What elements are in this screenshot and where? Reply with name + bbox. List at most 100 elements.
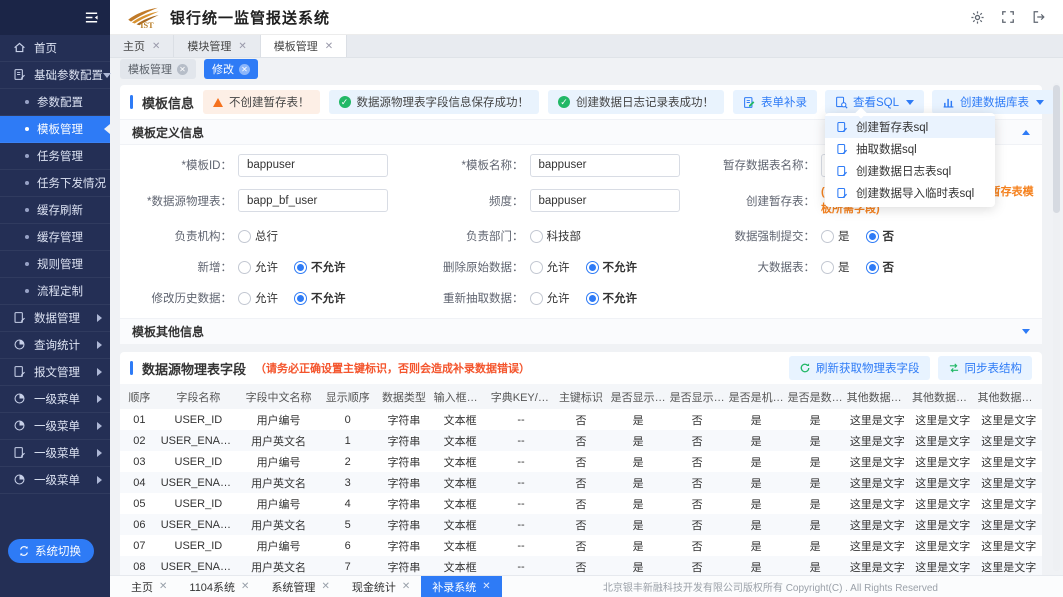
sql-menu-item[interactable]: 抽取数据sql bbox=[825, 138, 995, 160]
footer-tab-system-mgmt[interactable]: 系统管理✕ bbox=[260, 576, 340, 597]
close-icon[interactable]: ✕ bbox=[325, 41, 333, 52]
chevron-down-icon bbox=[103, 73, 111, 78]
logout-icon[interactable] bbox=[1032, 10, 1047, 25]
refresh-fields-button[interactable]: 刷新获取物理表字段 bbox=[789, 356, 930, 380]
close-icon[interactable]: ✕ bbox=[152, 41, 160, 52]
table-row[interactable]: 05USER_ID 用户编号4 字符串文本框 --否 是否 是是 这里是文字这里… bbox=[120, 493, 1042, 514]
sidebar-item-cache-refresh[interactable]: 缓存刷新 bbox=[0, 197, 110, 224]
sidebar-item-template-mgmt[interactable]: 模板管理 bbox=[0, 116, 110, 143]
sidebar-item-query-stats[interactable]: 查询统计 bbox=[0, 332, 110, 359]
radio-mod-history-deny[interactable]: 不允许 bbox=[294, 290, 346, 306]
tab-home[interactable]: 主页✕ bbox=[110, 35, 174, 57]
radio-force-submit-yes[interactable]: 是 bbox=[821, 228, 850, 244]
sidebar-item-data-mgmt[interactable]: 数据管理 bbox=[0, 305, 110, 332]
table-row[interactable]: 01USER_ID 用户编号0 字符串文本框 --否 是否 是是 这里是文字这里… bbox=[120, 409, 1042, 430]
close-icon[interactable]: ✕ bbox=[238, 41, 246, 52]
frequency-input[interactable] bbox=[530, 189, 680, 212]
vertical-scrollbar-thumb[interactable] bbox=[1053, 85, 1060, 213]
table-row[interactable]: 07USER_ID 用户编号6 字符串文本框 --否 是否 是是 这里是文字这里… bbox=[120, 535, 1042, 556]
fullscreen-icon[interactable] bbox=[1001, 10, 1016, 25]
other-section-header[interactable]: 模板其他信息 bbox=[120, 318, 1042, 344]
radio-org-headoffice[interactable]: 总行 bbox=[238, 228, 278, 244]
radio-del-raw-allow[interactable]: 允许 bbox=[530, 259, 570, 275]
table-row[interactable]: 08USER_ENAME 用户英文名7 字符串文本框 --否 是否 是是 这里是… bbox=[120, 556, 1042, 575]
sidebar-item-process-custom[interactable]: 流程定制 bbox=[0, 278, 110, 305]
sidebar-item-menu-1[interactable]: 一级菜单 bbox=[0, 386, 110, 413]
sidebar-item-menu-2[interactable]: 一级菜单 bbox=[0, 413, 110, 440]
sidebar-item-menu-3[interactable]: 一级菜单 bbox=[0, 440, 110, 467]
radio-dept-tech[interactable]: 科技部 bbox=[530, 228, 582, 244]
radio-icon bbox=[586, 292, 599, 305]
template-id-input[interactable] bbox=[238, 154, 388, 177]
radio-add-allow[interactable]: 允许 bbox=[238, 259, 278, 275]
tab-template-mgmt[interactable]: 模板管理✕ bbox=[261, 35, 347, 57]
table-row[interactable]: 06USER_ENAME 用户英文名5 字符串文本框 --否 是否 是是 这里是… bbox=[120, 514, 1042, 535]
radio-re-extract-allow[interactable]: 允许 bbox=[530, 290, 570, 306]
chip-template-mgmt[interactable]: 模板管理✕ bbox=[120, 59, 196, 79]
source-table-input[interactable] bbox=[238, 189, 388, 212]
footer-tab-backfill-system[interactable]: 补录系统✕ bbox=[421, 576, 501, 597]
radio-big-table-no[interactable]: 否 bbox=[866, 259, 895, 275]
gear-icon[interactable] bbox=[970, 10, 985, 25]
column-header: 字段名称 bbox=[159, 384, 238, 409]
radio-add-deny[interactable]: 不允许 bbox=[294, 259, 346, 275]
radio-icon bbox=[530, 261, 543, 274]
sidebar-item-rule-mgmt[interactable]: 规则管理 bbox=[0, 251, 110, 278]
expand-down-icon[interactable] bbox=[1022, 329, 1030, 334]
sql-menu-item[interactable]: 创建数据日志表sql bbox=[825, 160, 995, 182]
column-header: 其他数据名称 bbox=[845, 384, 910, 409]
create-db-table-button[interactable]: 创建数据库表 bbox=[932, 90, 1054, 114]
collapse-sidebar-icon[interactable] bbox=[84, 10, 99, 25]
close-icon[interactable]: ✕ bbox=[482, 581, 490, 592]
svg-text:IST: IST bbox=[140, 21, 154, 29]
table-row[interactable]: 02USER_ENAME 用户英文名1 字符串文本框 --否 是否 是是 这里是… bbox=[120, 430, 1042, 451]
view-sql-button[interactable]: 查看SQL bbox=[825, 90, 924, 114]
radio-re-extract-deny[interactable]: 不允许 bbox=[586, 290, 638, 306]
close-icon[interactable]: ✕ bbox=[321, 581, 329, 592]
template-name-input[interactable] bbox=[530, 154, 680, 177]
sql-menu-item[interactable]: 创建暂存表sql bbox=[825, 116, 995, 138]
sidebar-item-task-dispatch[interactable]: 任务下发情况 bbox=[0, 170, 110, 197]
close-icon[interactable]: ✕ bbox=[239, 64, 250, 75]
radio-force-submit-no[interactable]: 否 bbox=[866, 228, 895, 244]
form-edit-icon bbox=[743, 96, 756, 109]
footer-tab-1104[interactable]: 1104系统✕ bbox=[178, 576, 260, 597]
sidebar-item-menu-4[interactable]: 一级菜单 bbox=[0, 467, 110, 494]
close-icon[interactable]: ✕ bbox=[241, 581, 249, 592]
bullet-icon bbox=[25, 289, 29, 293]
check-circle-icon: ✓ bbox=[558, 96, 570, 108]
radio-mod-history-allow[interactable]: 允许 bbox=[238, 290, 278, 306]
close-icon[interactable]: ✕ bbox=[402, 581, 410, 592]
chevron-right-icon bbox=[97, 395, 102, 403]
sidebar-item-home[interactable]: 首页 bbox=[0, 35, 110, 62]
radio-icon bbox=[238, 292, 251, 305]
collapse-up-icon[interactable] bbox=[1022, 130, 1030, 135]
sidebar-item-message-mgmt[interactable]: 报文管理 bbox=[0, 359, 110, 386]
radio-del-raw-deny[interactable]: 不允许 bbox=[586, 259, 638, 275]
pie-chart-icon bbox=[13, 473, 27, 487]
system-switch-button[interactable]: 系统切换 bbox=[8, 539, 94, 563]
footer-tab-home[interactable]: 主页✕ bbox=[120, 576, 178, 597]
column-header: 其他数据名称 bbox=[976, 384, 1043, 409]
close-icon[interactable]: ✕ bbox=[159, 581, 167, 592]
app-header: IST 银行统一监管报送系统 bbox=[110, 0, 1063, 35]
sidebar-item-task-mgmt[interactable]: 任务管理 bbox=[0, 143, 110, 170]
chip-edit[interactable]: 修改✕ bbox=[204, 59, 258, 79]
form-backfill-button[interactable]: 表单补录 bbox=[733, 90, 817, 114]
footer-tab-cash-stats[interactable]: 现金统计✕ bbox=[341, 576, 421, 597]
sql-doc-icon bbox=[836, 187, 849, 200]
vertical-scrollbar-track[interactable] bbox=[1053, 83, 1060, 571]
sidebar-item-param-config[interactable]: 参数配置 bbox=[0, 89, 110, 116]
tab-module-mgmt[interactable]: 模块管理✕ bbox=[174, 35, 260, 57]
radio-big-table-yes[interactable]: 是 bbox=[821, 259, 850, 275]
table-row[interactable]: 04USER_ENAME 用户英文名3 字符串文本框 --否 是否 是是 这里是… bbox=[120, 472, 1042, 493]
sidebar-item-cache-mgmt[interactable]: 缓存管理 bbox=[0, 224, 110, 251]
sql-menu-item[interactable]: 创建数据导入临时表sql bbox=[825, 182, 995, 204]
check-circle-icon: ✓ bbox=[339, 96, 351, 108]
close-icon[interactable]: ✕ bbox=[177, 64, 188, 75]
table-row[interactable]: 03USER_ID 用户编号2 字符串文本框 --否 是否 是是 这里是文字这里… bbox=[120, 451, 1042, 472]
chevron-right-icon bbox=[97, 476, 102, 484]
sidebar-item-base-config[interactable]: 基础参数配置 bbox=[0, 62, 110, 89]
section-title: 模板信息 bbox=[142, 93, 194, 112]
sync-structure-button[interactable]: 同步表结构 bbox=[938, 356, 1033, 380]
